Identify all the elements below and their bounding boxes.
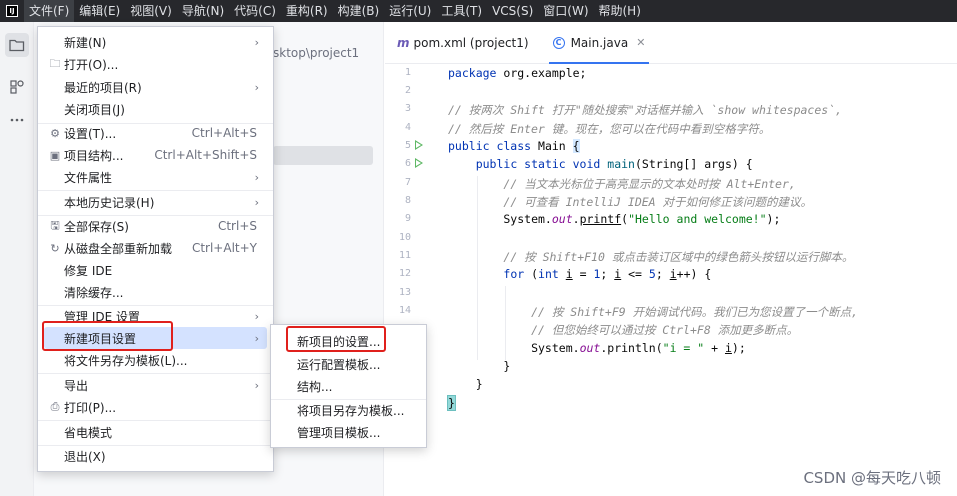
menu-item-reload-from-disk[interactable]: ↻ 从磁盘全部重新加载 Ctrl+Alt+Y bbox=[44, 237, 267, 259]
menu-item-open[interactable]: 🗀 打开(O)... bbox=[44, 53, 267, 75]
line-number: 9 bbox=[404, 213, 411, 224]
line-number: 10 bbox=[398, 232, 411, 243]
save-icon: 🖫 bbox=[50, 218, 60, 232]
code-line: // 按 Shift+F9 开始调试代码。我们已为您设置了一个断点, bbox=[531, 305, 859, 319]
app-logo-icon[interactable]: IJ bbox=[0, 0, 24, 22]
structure-icon[interactable] bbox=[5, 75, 29, 99]
line-number: 12 bbox=[398, 268, 411, 279]
menu-item-save-as-template[interactable]: 将文件另存为模板(L)... bbox=[44, 349, 267, 371]
menu-item-exit[interactable]: 退出(X) bbox=[44, 445, 267, 467]
code-line: // 按两次 Shift 打开"随处搜索"对话框并输入 `show whites… bbox=[448, 103, 843, 117]
line-number: 11 bbox=[398, 250, 411, 261]
code-line: // 然后按 Enter 键。现在，您可以在代码中看到空格字符。 bbox=[448, 122, 771, 136]
line-number: 14 bbox=[398, 305, 411, 316]
code-line: System.out.println("i = " + i); bbox=[448, 341, 746, 355]
code-line: public static void main(String[] args) { bbox=[475, 157, 753, 171]
run-gutter-icon[interactable] bbox=[415, 158, 423, 168]
menu-item-local-history[interactable]: 本地历史记录(H) › bbox=[44, 191, 267, 213]
editor-tabbar: m pom.xml (project1) C Main.java ✕ bbox=[385, 22, 957, 64]
code-line: // 但您始终可以通过按 Ctrl+F8 添加更多断点。 bbox=[531, 323, 799, 337]
menu-item-project-structure[interactable]: ▣ 项目结构... Ctrl+Alt+Shift+S bbox=[44, 144, 267, 166]
menu-code[interactable]: 代码(C) bbox=[229, 0, 281, 22]
menu-item-settings[interactable]: ⚙ 设置(T)... Ctrl+Alt+S bbox=[44, 122, 267, 144]
menu-item-repair-ide[interactable]: 修复 IDE bbox=[44, 259, 267, 281]
code-line: // 可查看 IntelliJ IDEA 对于如何修正该问题的建议。 bbox=[503, 195, 813, 209]
line-number: 3 bbox=[404, 103, 411, 114]
menu-view[interactable]: 视图(V) bbox=[125, 0, 177, 22]
watermark: CSDN @每天吃八顿 bbox=[803, 469, 941, 487]
menu-item-file-properties[interactable]: 文件属性 › bbox=[44, 166, 267, 188]
line-number: 7 bbox=[404, 177, 411, 188]
project-structure-icon: ▣ bbox=[49, 148, 61, 162]
menu-item-new[interactable]: 新建(N) › bbox=[44, 31, 267, 53]
file-menu-dropdown: 新建(N) › 🗀 打开(O)... 最近的项目(R) › 关闭项目(J) ⚙ 设置(T… bbox=[37, 26, 274, 472]
annotation-highlight-box bbox=[42, 321, 173, 351]
chevron-right-icon: › bbox=[254, 170, 259, 184]
submenu-item-run-config-templates[interactable]: 运行配置模板... bbox=[277, 353, 420, 375]
printer-icon: ⎙ bbox=[50, 400, 60, 413]
maven-file-icon: m bbox=[397, 35, 410, 50]
menu-navigate[interactable]: 导航(N) bbox=[177, 0, 229, 22]
code-editor[interactable]: 1 2 3 4 5 6 7 8 9 10 11 12 13 14 15 16 1… bbox=[385, 64, 957, 496]
project-folder-icon[interactable] bbox=[5, 33, 29, 57]
line-number: 13 bbox=[398, 287, 411, 298]
menu-tools[interactable]: 工具(T) bbox=[436, 0, 487, 22]
menu-build[interactable]: 构建(B) bbox=[333, 0, 385, 22]
tab-label: pom.xml (project1) bbox=[413, 35, 529, 50]
chevron-right-icon: › bbox=[254, 378, 259, 392]
close-icon[interactable]: ✕ bbox=[636, 36, 645, 49]
chevron-right-icon: › bbox=[254, 309, 259, 323]
code-line: package org.example; bbox=[448, 66, 587, 80]
menu-help[interactable]: 帮助(H) bbox=[594, 0, 646, 22]
submenu-item-structure[interactable]: 结构... bbox=[277, 375, 420, 397]
submenu-item-save-project-as-template[interactable]: 将项目另存为模板... bbox=[277, 399, 420, 421]
refresh-icon: ↻ bbox=[50, 241, 60, 255]
submenu-item-manage-project-templates[interactable]: 管理项目模板... bbox=[277, 421, 420, 443]
menu-refactor[interactable]: 重构(R) bbox=[281, 0, 333, 22]
more-tools-icon[interactable] bbox=[5, 108, 29, 132]
chevron-right-icon: › bbox=[254, 331, 259, 345]
code-line: for (int i = 1; i <= 5; i++) { bbox=[503, 267, 712, 281]
chevron-right-icon: › bbox=[254, 80, 259, 94]
code-line: // 按 Shift+F10 或点击装订区域中的绿色箭头按钮以运行脚本。 bbox=[503, 250, 854, 264]
run-gutter-icon[interactable] bbox=[415, 140, 423, 150]
code-line: System.out.printf("Hello and welcome!"); bbox=[448, 212, 781, 226]
left-tool-strip bbox=[0, 22, 34, 496]
code-line: public class Main { bbox=[448, 139, 580, 153]
chevron-right-icon: › bbox=[254, 195, 259, 209]
folder-icon: 🗀 bbox=[49, 56, 61, 70]
line-number: 6 bbox=[404, 158, 411, 169]
menu-item-print[interactable]: ⎙ 打印(P)... bbox=[44, 396, 267, 418]
java-class-icon: C bbox=[552, 36, 565, 49]
menu-vcs[interactable]: VCS(S) bbox=[487, 0, 538, 22]
tab-label: Main.java bbox=[570, 35, 629, 50]
code-line: } bbox=[447, 395, 456, 411]
line-number: 2 bbox=[404, 85, 411, 96]
gear-icon: ⚙ bbox=[50, 126, 60, 140]
tab-pom-xml[interactable]: m pom.xml (project1) bbox=[385, 22, 541, 64]
menu-file[interactable]: 文件(F) bbox=[24, 0, 75, 22]
line-number: 1 bbox=[404, 67, 411, 78]
menu-window[interactable]: 窗口(W) bbox=[538, 0, 593, 22]
line-number: 8 bbox=[404, 195, 411, 206]
code-line: } bbox=[448, 377, 483, 391]
menu-item-close-project[interactable]: 关闭项目(J) bbox=[44, 98, 267, 120]
line-number: 5 bbox=[404, 140, 411, 151]
menu-item-save-all[interactable]: 🖫 全部保存(S) Ctrl+S bbox=[44, 215, 267, 237]
annotation-highlight-box bbox=[286, 326, 386, 352]
project-path: sktop\project1 bbox=[273, 46, 360, 60]
code-line: // 当文本光标位于高亮显示的文本处时按 Alt+Enter, bbox=[503, 177, 796, 191]
menu-item-recent-projects[interactable]: 最近的项目(R) › bbox=[44, 76, 267, 98]
menu-edit[interactable]: 编辑(E) bbox=[74, 0, 125, 22]
menu-item-invalidate-caches[interactable]: 清除缓存... bbox=[44, 281, 267, 303]
code-line: } bbox=[448, 359, 511, 373]
menu-item-export[interactable]: 导出 › bbox=[44, 374, 267, 396]
chevron-right-icon: › bbox=[254, 35, 259, 49]
menu-item-power-save-mode[interactable]: 省电模式 bbox=[44, 421, 267, 443]
tab-main-java[interactable]: C Main.java ✕ bbox=[541, 22, 658, 64]
main-menubar: IJ 文件(F) 编辑(E) 视图(V) 导航(N) 代码(C) 重构(R) 构… bbox=[0, 0, 957, 22]
menu-run[interactable]: 运行(U) bbox=[384, 0, 436, 22]
project-tree-selection[interactable] bbox=[273, 146, 373, 165]
line-number: 4 bbox=[404, 122, 411, 133]
